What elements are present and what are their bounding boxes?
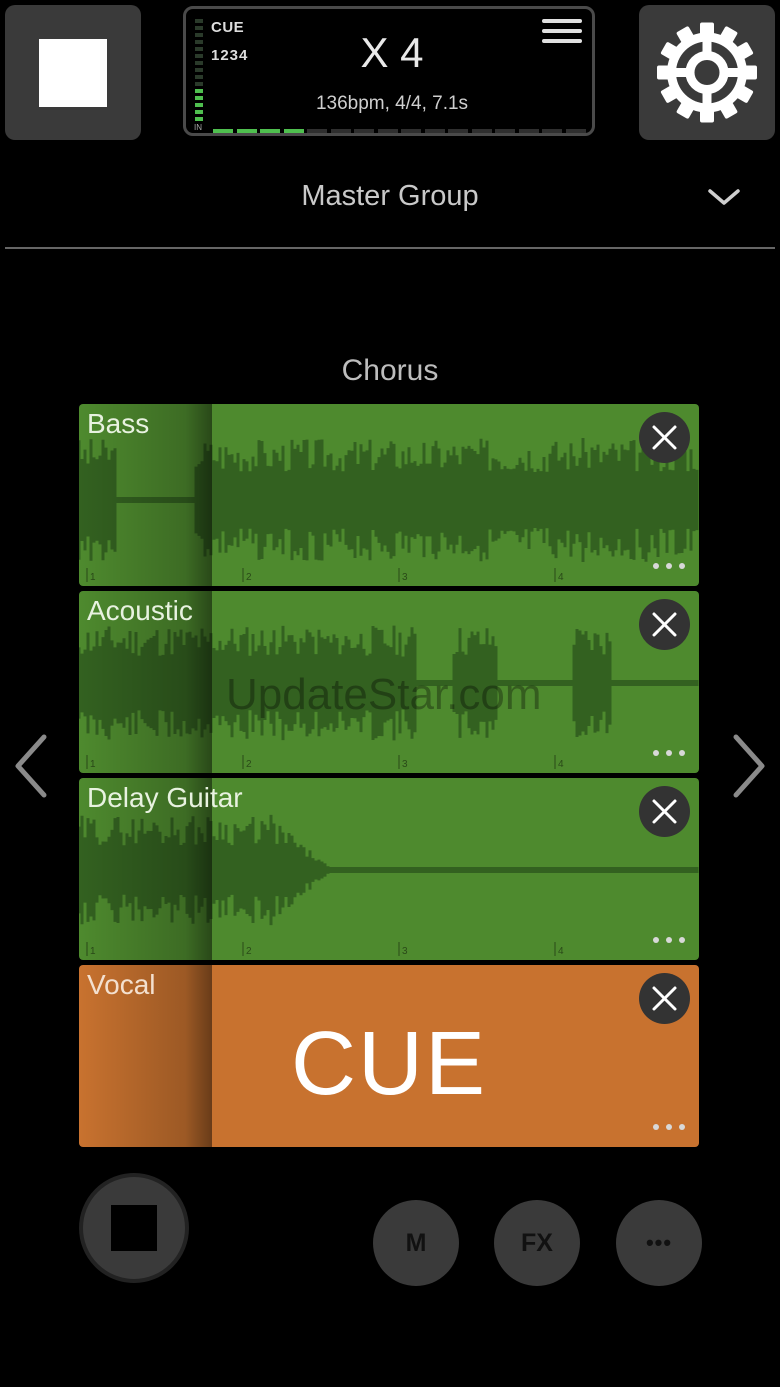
more-dots-icon[interactable] — [653, 750, 687, 758]
svg-text:2: 2 — [246, 946, 252, 957]
svg-text:4: 4 — [558, 759, 564, 770]
gear-icon — [657, 22, 757, 123]
svg-text:4: 4 — [558, 572, 564, 583]
tempo-info: 136bpm, 4/4, 7.1s — [315, 93, 469, 114]
divider — [5, 247, 775, 249]
fx-button[interactable]: FX — [494, 1200, 580, 1286]
svg-text:3: 3 — [402, 946, 408, 957]
watermark: UpdateStar.com — [226, 670, 542, 719]
more-dots-icon[interactable] — [653, 563, 687, 571]
mute-button[interactable]: M — [373, 1200, 459, 1286]
svg-text:3: 3 — [402, 759, 408, 770]
svg-text:4: 4 — [558, 946, 564, 957]
group-title[interactable]: Master Group — [0, 180, 780, 213]
close-icon[interactable] — [639, 412, 690, 463]
track-name: Bass — [87, 408, 150, 439]
more-dots-icon[interactable] — [653, 937, 687, 945]
close-icon[interactable] — [639, 786, 690, 837]
chevron-down-icon[interactable] — [707, 186, 741, 208]
close-icon[interactable] — [639, 973, 690, 1024]
transport-display: IN CUE 1234 X 4 136bpm, 4/4, 7.1s — [183, 6, 595, 136]
cue-overlay: CUE — [290, 1014, 488, 1114]
svg-text:2: 2 — [246, 759, 252, 770]
stop-group-button[interactable] — [79, 1173, 189, 1283]
more-button[interactable]: ••• — [616, 1200, 702, 1286]
track-name: Delay Guitar — [87, 782, 243, 813]
meter-label: IN — [194, 123, 202, 132]
stop-all-button[interactable] — [5, 5, 141, 140]
hamburger-icon[interactable] — [542, 19, 582, 47]
close-icon[interactable] — [639, 599, 690, 650]
chevron-right-icon[interactable] — [728, 733, 768, 799]
stop-icon — [39, 39, 107, 107]
track-name: Vocal — [87, 969, 156, 1000]
more-dots-icon[interactable] — [653, 1124, 687, 1132]
svg-text:3: 3 — [402, 572, 408, 583]
progress-bar — [213, 129, 587, 133]
loop-count: X 4 — [360, 29, 424, 76]
settings-button[interactable] — [639, 5, 775, 140]
track-bass[interactable]: 1234 Bass — [79, 404, 699, 586]
track-vocal[interactable]: Vocal CUE — [79, 965, 699, 1147]
section-title: Chorus — [341, 354, 439, 387]
svg-text:2: 2 — [246, 572, 252, 583]
stop-icon — [111, 1205, 157, 1251]
track-name: Acoustic — [87, 595, 193, 626]
chevron-left-icon[interactable] — [12, 733, 52, 799]
track-delay-guitar[interactable]: 1234 Delay Guitar — [79, 778, 699, 960]
